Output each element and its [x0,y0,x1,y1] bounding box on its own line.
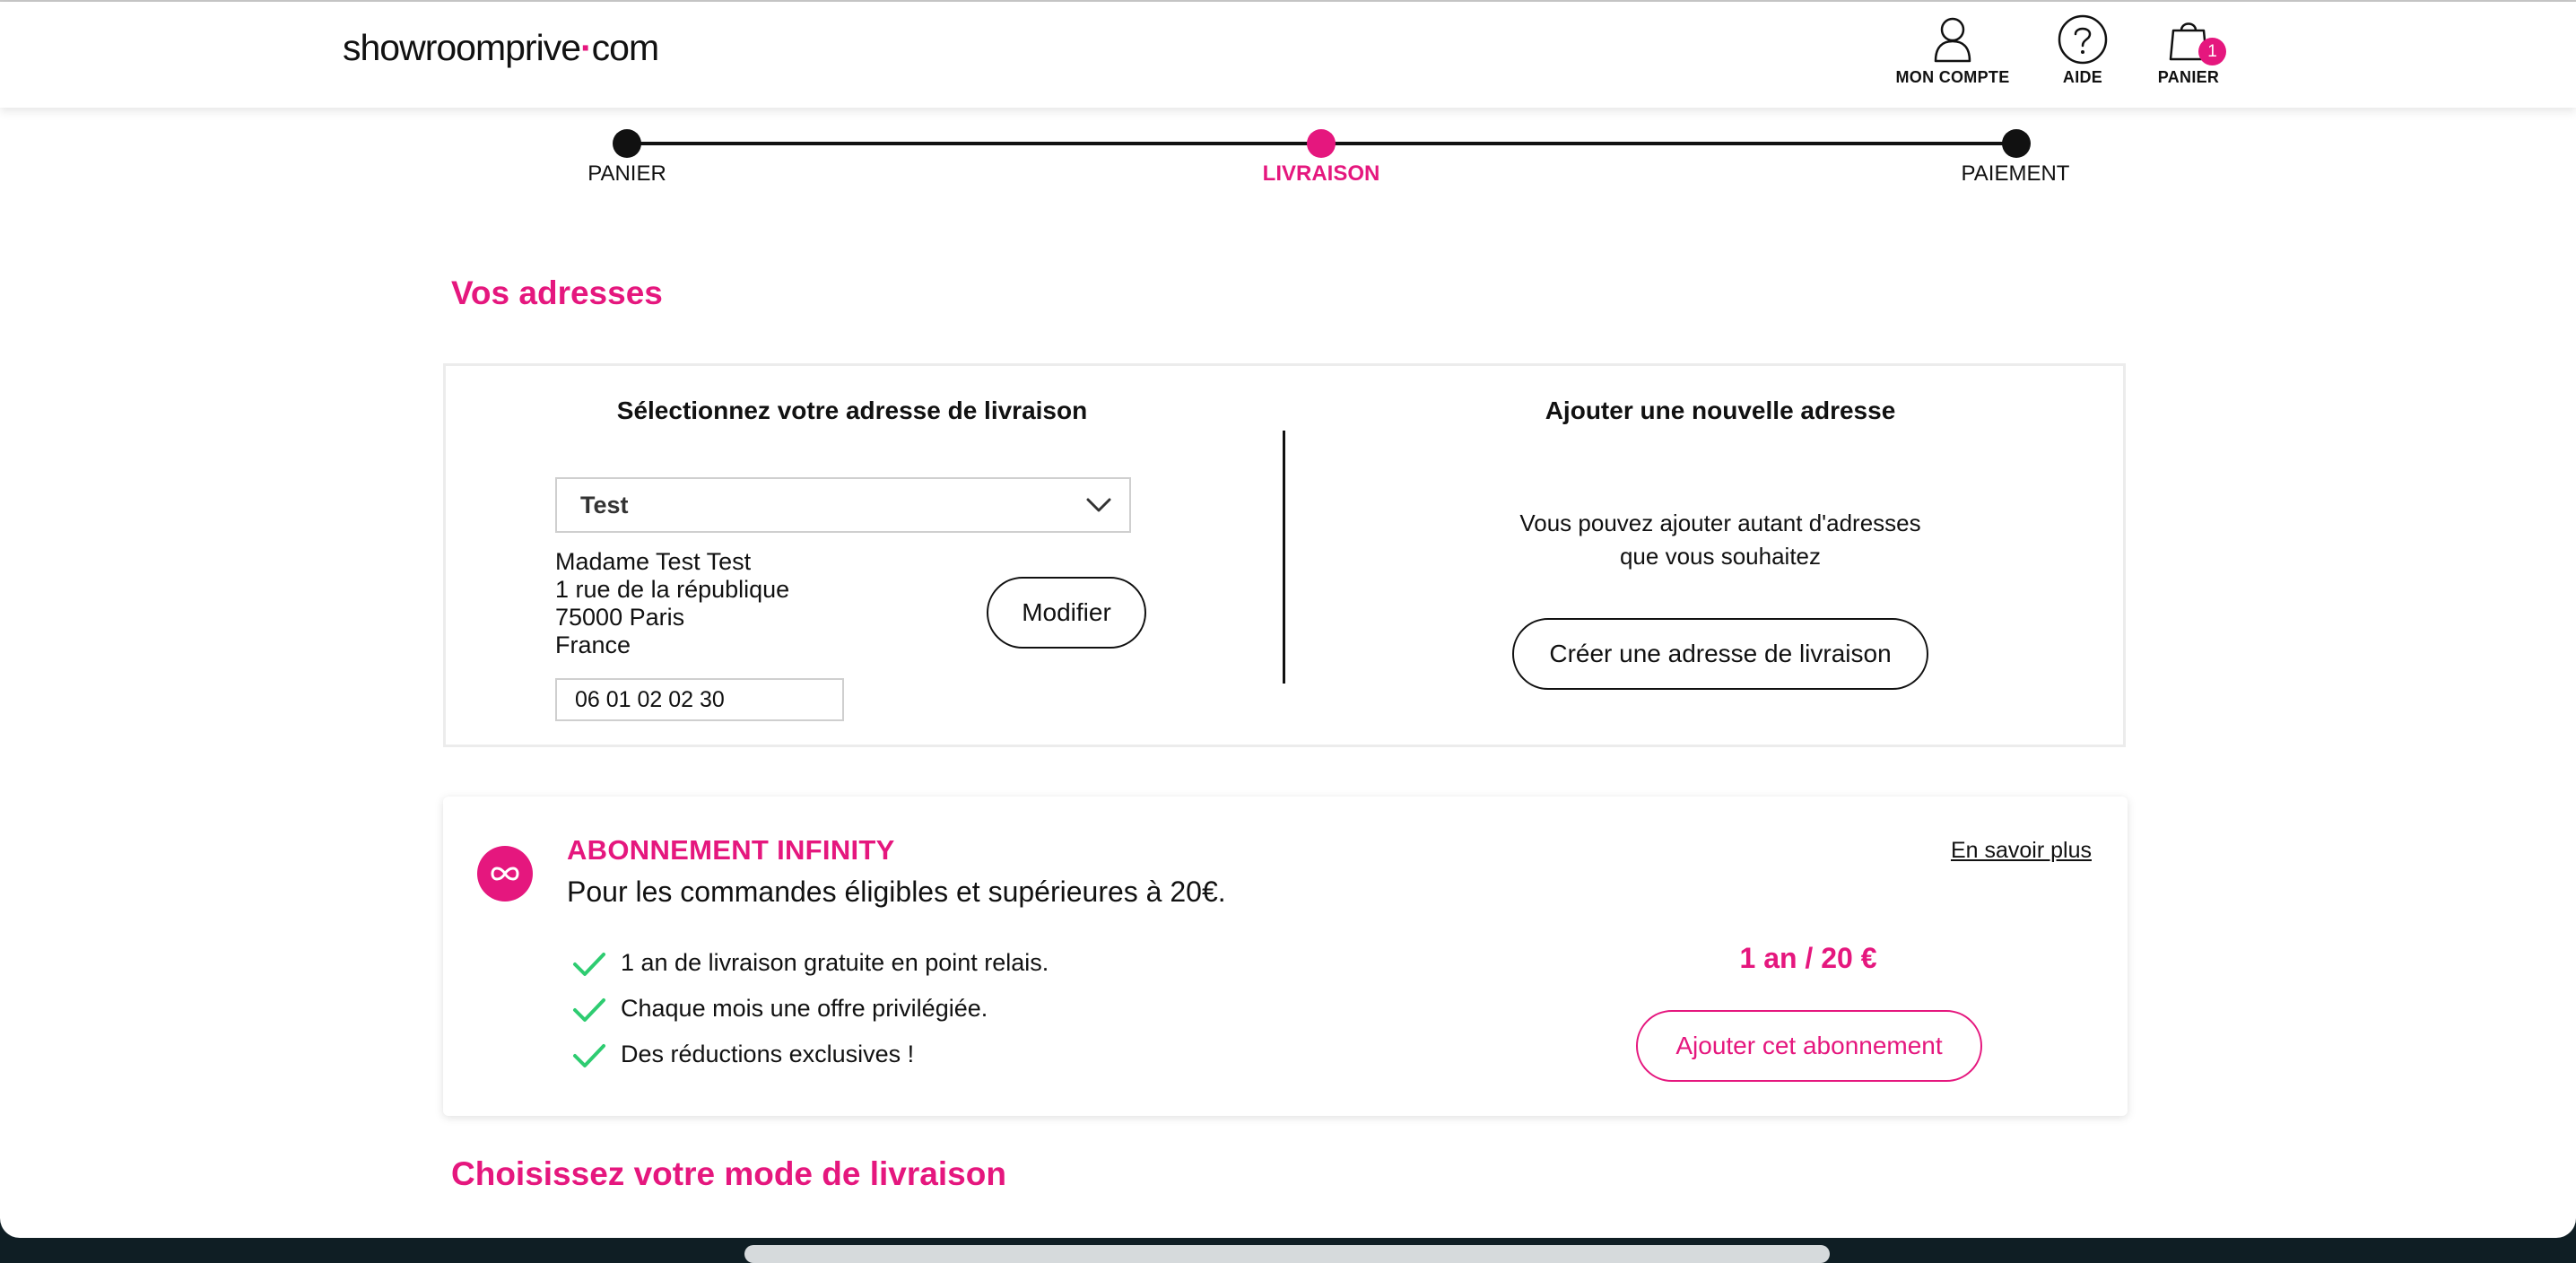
create-address-button[interactable]: Créer une adresse de livraison [1512,618,1928,690]
address-line-city: 75000 Paris [555,604,685,631]
subscription-price: 1 an / 20 € [1739,942,1877,974]
infinity-subtitle: Pour les commandes éligibles et supérieu… [567,875,1226,908]
address-line-name: Madame Test Test [555,548,752,575]
add-subscription-button[interactable]: Ajouter cet abonnement [1636,1010,1982,1082]
add-address-heading: Ajouter une nouvelle adresse [1545,396,1896,424]
step-label-paiement: PAIEMENT [1961,161,2070,186]
benefit-text: Des réductions exclusives ! [621,1041,915,1067]
user-icon [1934,17,1971,63]
my-account-label: MON COMPTE [1895,68,2010,86]
benefit-text: 1 an de livraison gratuite en point rela… [621,949,1049,976]
dock-edge [744,1245,1830,1263]
logo-dot: · [580,27,593,68]
site-logo[interactable]: showroomprive·com [343,27,659,69]
checkout-page: showroomprive·com MON COMPTE AIDE 1 PANI… [0,0,2576,1238]
help-link[interactable]: AIDE [2049,14,2117,87]
benefit-text: Chaque mois une offre privilégiée. [621,995,988,1022]
logo-text: showroomprive [343,27,581,68]
cart-count-badge: 1 [2198,38,2226,65]
delivery-mode-section-title: Choisissez votre mode de livraison [451,1155,1006,1192]
help-label: AIDE [2062,68,2103,86]
address-select-value: Test [580,492,629,518]
addresses-section-title: Vos adresses [451,274,663,311]
question-icon [2058,14,2108,65]
infinity-subscription-card: ABONNEMENT INFINITY Pour les commandes é… [443,797,2128,1116]
address-line-street: 1 rue de la république [555,576,790,603]
select-address-heading: Sélectionnez votre adresse de livraison [616,396,1088,424]
check-icon [573,1044,605,1067]
check-icon [573,998,605,1022]
site-header: showroomprive·com MON COMPTE AIDE 1 PANI… [0,2,2576,108]
learn-more-link[interactable]: En savoir plus [1951,838,2092,864]
step-dot-panier [613,129,641,158]
step-dot-livraison [1307,129,1336,158]
step-label-livraison: LIVRAISON [1262,161,1380,186]
cart-label: PANIER [2157,68,2220,86]
panel-divider [1283,431,1285,684]
address-panel: Sélectionnez votre adresse de livraison … [443,363,2126,747]
phone-field[interactable]: 06 01 02 02 30 [555,678,844,721]
infinity-title: ABONNEMENT INFINITY [567,834,895,866]
my-account-link[interactable]: MON COMPTE [1894,16,2011,87]
address-select[interactable]: Test [555,477,1131,533]
step-dot-paiement [2002,129,2031,158]
cart-link[interactable]: 1 PANIER [2151,16,2226,87]
address-line-country: France [555,632,631,658]
step-label-panier[interactable]: PANIER [587,161,666,187]
check-icon [573,953,605,976]
add-address-help-line2: que vous souhaitez [1619,543,1822,570]
add-address-help-line1: Vous pouvez ajouter autant d'adresses [1519,510,1921,536]
add-address-help-text: Vous pouvez ajouter autant d'adresses qu… [1487,507,1954,573]
modify-address-button[interactable]: Modifier [987,577,1146,649]
infinity-icon [477,846,533,902]
logo-suffix: com [591,27,659,68]
chevron-down-icon [1086,498,1111,512]
